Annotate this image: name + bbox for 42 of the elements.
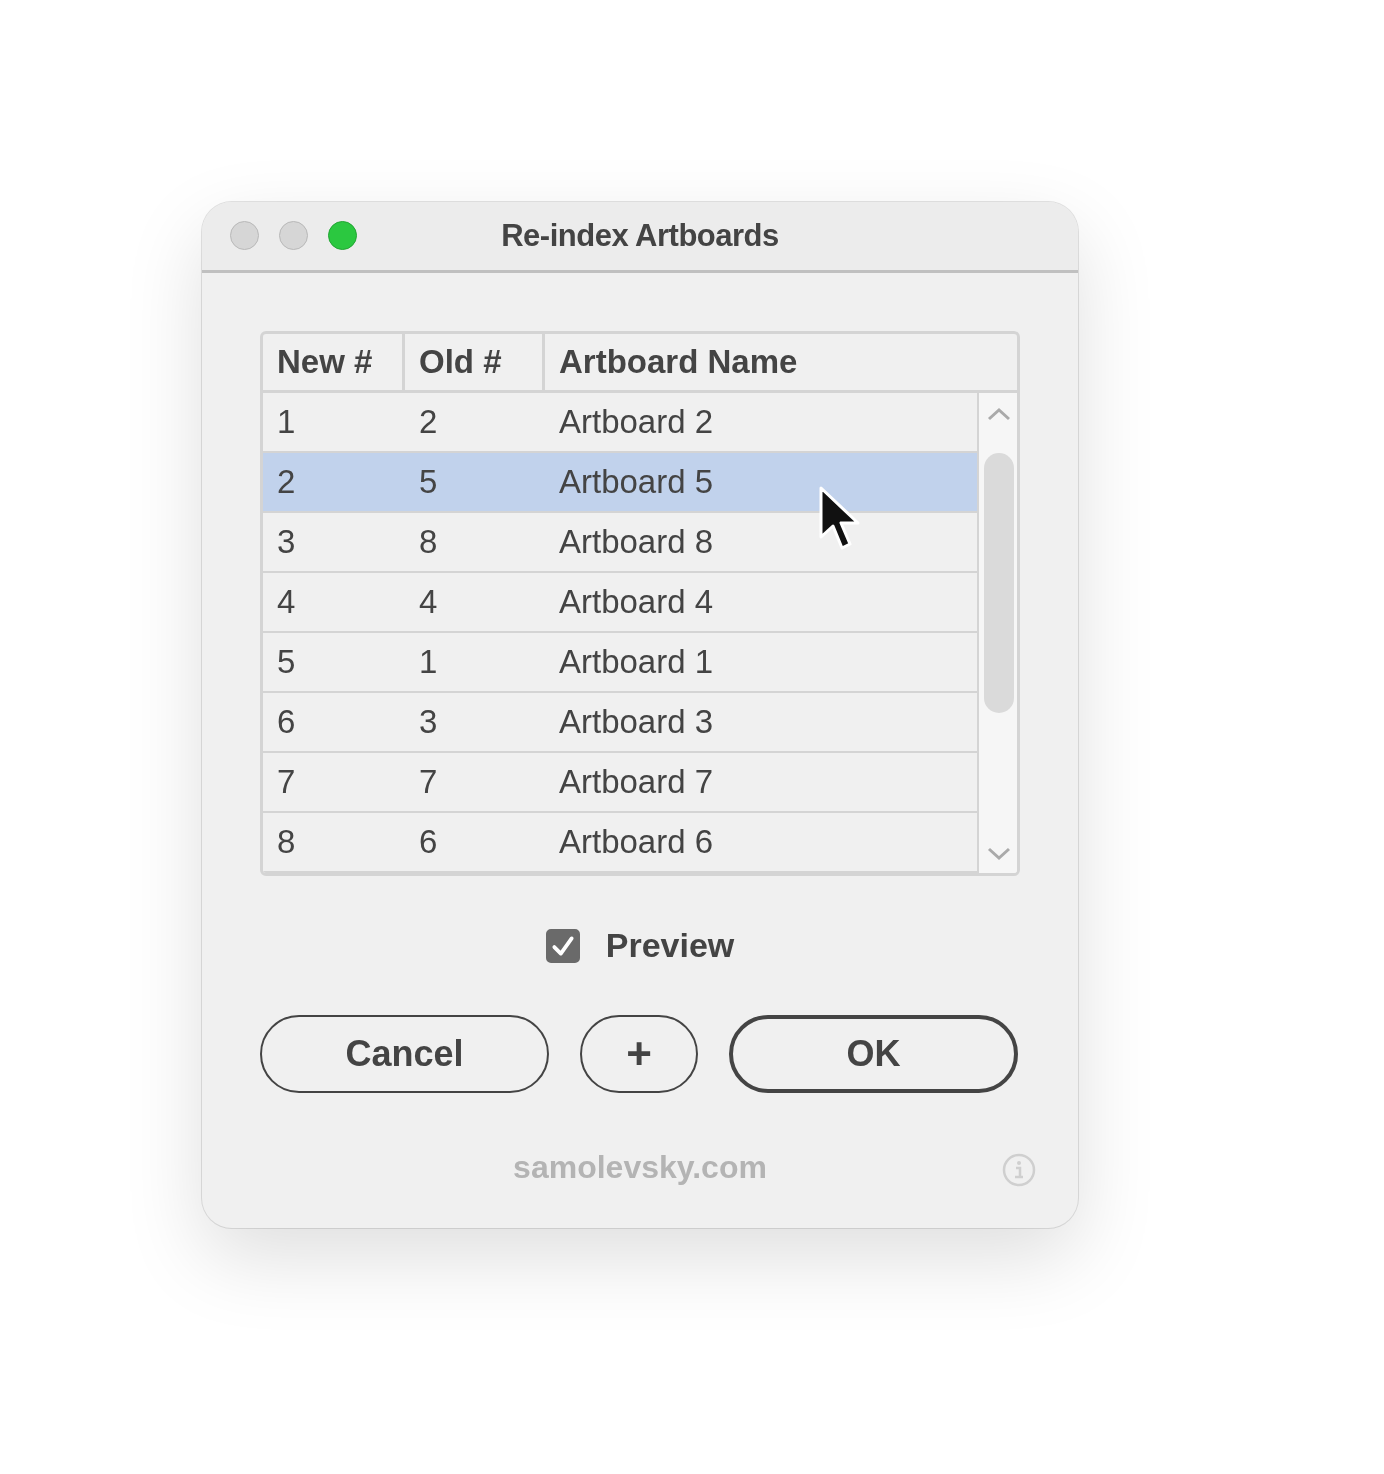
table-cell-text: 3: [277, 522, 296, 562]
table-cell-text: Artboard 5: [559, 462, 714, 502]
table-cell-text: Artboard 2: [559, 402, 714, 442]
preview-checkbox[interactable]: [545, 928, 580, 963]
minimize-button[interactable]: [279, 221, 308, 250]
table-cell-text: Artboard 4: [559, 582, 714, 622]
table-cell-text: 6: [419, 822, 438, 862]
table-cell-text: Artboard 8: [559, 522, 714, 562]
cancel-button[interactable]: Cancel: [260, 1015, 549, 1093]
ok-button[interactable]: OK: [729, 1015, 1018, 1093]
table-cell-text: 7: [419, 762, 438, 802]
zoom-button[interactable]: [328, 221, 357, 250]
table-cell-text: Artboard 3: [559, 702, 714, 742]
table-cell-text: 4: [419, 582, 438, 622]
scroll-up-icon[interactable]: [987, 407, 1011, 421]
add-button[interactable]: +: [580, 1015, 698, 1093]
table-cell-text: 5: [419, 462, 438, 502]
table-cell-text: 2: [277, 462, 296, 502]
scroll-thumb[interactable]: [984, 453, 1014, 713]
column-header[interactable]: Old #: [402, 334, 542, 390]
scroll-down-icon[interactable]: [987, 847, 1011, 861]
table-cell-text: 6: [277, 702, 296, 742]
window-title: Re-index Artboards: [501, 218, 779, 254]
scrollbar[interactable]: [979, 393, 1017, 873]
column-header[interactable]: New #: [263, 334, 402, 390]
table-cell-text: 1: [419, 642, 438, 682]
info-icon[interactable]: [1002, 1153, 1036, 1187]
column-header[interactable]: Artboard Name: [542, 334, 1017, 390]
table-cell-text: Artboard 6: [559, 822, 714, 862]
table-cell-text: 8: [419, 522, 438, 562]
table-cell-text: 7: [277, 762, 296, 802]
table-cell-text: 5: [277, 642, 296, 682]
table-row[interactable]: 2 5 Artboard 5: [263, 453, 977, 513]
table-cell-text: 2: [419, 402, 438, 442]
table-cell-text: 8: [277, 822, 296, 862]
checkbox-label: Preview: [605, 926, 735, 965]
close-button[interactable]: [230, 221, 259, 250]
table-cell-text: Artboard 7: [559, 762, 714, 802]
table-cell-text: 3: [419, 702, 438, 742]
table-cell-text: 4: [277, 582, 296, 622]
table-cell-text: 1: [277, 402, 296, 442]
table-cell-text: Artboard 1: [559, 642, 714, 682]
